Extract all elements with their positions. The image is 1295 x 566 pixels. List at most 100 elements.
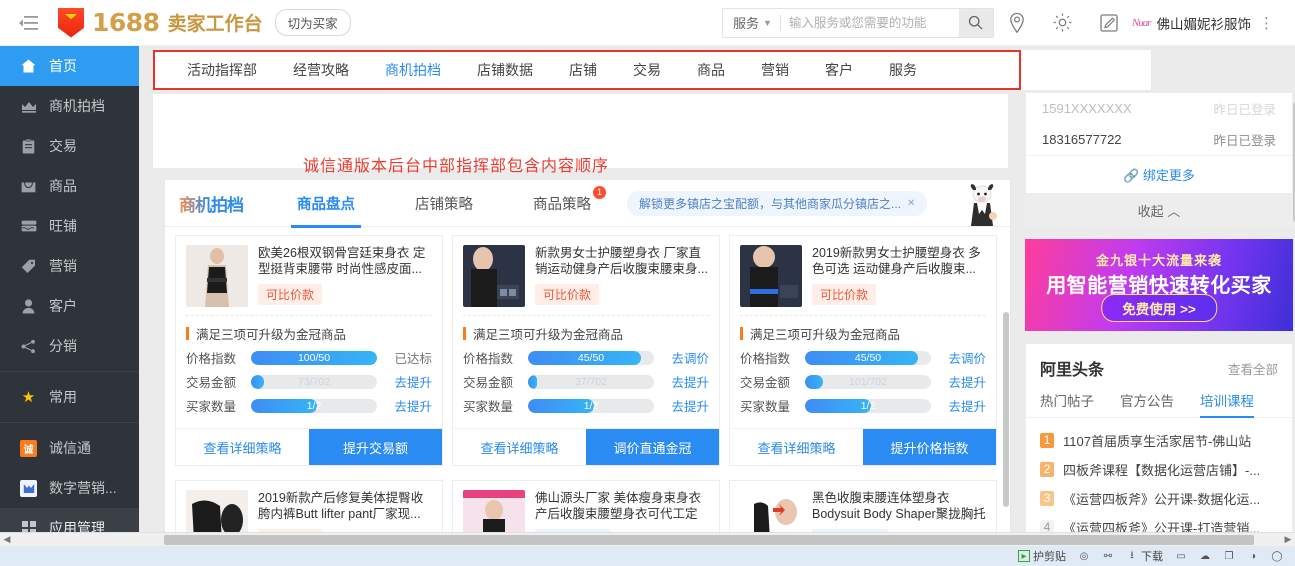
sidebar-item-product[interactable]: 商品 [0, 166, 139, 206]
product-title[interactable]: 佛山源头厂家 美体瘦身束身衣产后收腹束腰塑身衣可代工定制 [535, 490, 709, 522]
search-input[interactable] [780, 8, 959, 37]
metric-action[interactable]: 去提升 [938, 396, 986, 415]
brand-logo[interactable]: 1688 卖家工作台 [58, 7, 263, 38]
product-title[interactable]: 欧美26根双钢骨宫廷束身衣 定型挺背束腰带 时尚性感皮面... [258, 245, 432, 277]
search-icon[interactable] [958, 8, 993, 37]
product-title[interactable]: 黑色收腹束腰连体塑身衣Bodysuit Body Shaper聚拢胸托美... [812, 490, 986, 522]
right-column: 1591XXXXXXX 昨日已登录 18316577722 昨日已登录 🔗 绑定… [1025, 92, 1295, 546]
view-all-link[interactable]: 查看全部 [1228, 359, 1278, 378]
sidebar-item-shop[interactable]: 旺铺 [0, 206, 139, 246]
search-category-dropdown[interactable]: 服务 ▼ [723, 13, 780, 32]
switch-to-buyer-button[interactable]: 切为买家 [274, 9, 351, 36]
progress-bar: 1/2 [805, 398, 931, 413]
sidebar-item-trade[interactable]: 交易 [0, 126, 139, 166]
nav-item-jingying-gonglue[interactable]: 经营攻略 [275, 60, 367, 80]
sidebar-item-marketing[interactable]: 营销 [0, 246, 139, 286]
taskbar-item-circle[interactable]: ◯ [1271, 550, 1283, 562]
taskbar-item-clip[interactable]: ▸ 护剪贴 [1018, 548, 1066, 564]
taskbar-item-volume[interactable]: ◑ [1247, 550, 1259, 562]
sidebar-item-chengxintong[interactable]: 诚 诚信通 [0, 428, 139, 468]
list-item[interactable]: 1 1107首届质享生活家居节-佛山站 [1040, 426, 1278, 455]
taskbar-item-globe[interactable]: ◎ [1078, 550, 1090, 562]
sidebar-label: 旺铺 [49, 218, 77, 234]
taskbar-item-cloud[interactable]: ☁ [1199, 550, 1211, 562]
nav-item-shangpin[interactable]: 商品 [679, 60, 743, 80]
location-pin-icon[interactable] [994, 0, 1040, 46]
sidebar-item-shangji-paidang[interactable]: 商机拍档 [0, 86, 139, 126]
taskbar-item-link[interactable]: ⚯ [1102, 550, 1114, 562]
close-icon[interactable]: ✕ [907, 198, 915, 209]
panel-tab-bar: 商机拍档 商品盘点 店铺策略 商品策略 1 解锁更多镇店之宝配额，与其他商家瓜分… [165, 180, 1010, 228]
news-tab-official[interactable]: 官方公告 [1120, 390, 1174, 417]
shop-name-label[interactable]: 佛山媚妮衫服饰 [1157, 13, 1252, 33]
scroll-right-arrow[interactable]: ▶ [1281, 534, 1295, 545]
progress-bar: 101/702 [805, 374, 931, 389]
product-title[interactable]: 2019新款男女士护腰塑身衣 多色可选 运动健身产后收腹束... [812, 245, 986, 277]
taskbar-item-window[interactable]: ▭ [1175, 550, 1187, 562]
sidebar-item-home[interactable]: 首页 [0, 46, 139, 86]
metric-action[interactable]: 去提升 [661, 396, 709, 415]
card-actions: 查看详细策略 调价直通金冠 [453, 428, 719, 465]
product-title[interactable]: 2019新款产后修复美体提臀收胯内裤Butt lifter pant厂家现... [258, 490, 432, 522]
primary-action-button[interactable]: 提升价格指数 [863, 429, 996, 465]
product-tag: 可比价款 [258, 284, 323, 305]
product-card[interactable]: 欧美26根双钢骨宫廷束身衣 定型挺背束腰带 时尚性感皮面... 可比价款 满足三… [175, 235, 443, 466]
view-strategy-button[interactable]: 查看详细策略 [453, 429, 586, 465]
tab-shangpin-pandian[interactable]: 商品盘点 [291, 193, 361, 228]
progress-bar: 1/2 [251, 398, 377, 413]
nav-item-kehu[interactable]: 客户 [807, 60, 871, 80]
promo-banner[interactable]: 金九银十大流量来袭 用智能营销快速转化买家 免费使用 >> [1025, 239, 1293, 331]
cards-scroll-area[interactable]: 欧美26根双钢骨宫廷束身衣 定型挺背束腰带 时尚性感皮面... 可比价款 满足三… [165, 227, 1010, 546]
scroll-left-arrow[interactable]: ◀ [0, 534, 14, 545]
nav-item-jiaoyi[interactable]: 交易 [615, 60, 679, 80]
primary-action-button[interactable]: 提升交易额 [309, 429, 442, 465]
card-info: 新款男女士护腰塑身衣 厂家直销运动健身产后收腹束腰束身... 可比价款 [535, 245, 709, 307]
nav-item-huodong-zhihuibu[interactable]: 活动指挥部 [169, 60, 275, 80]
taskbar-item-download[interactable]: ⭳ 下载 [1126, 548, 1163, 564]
view-strategy-button[interactable]: 查看详细策略 [730, 429, 863, 465]
nav-item-yingxiao[interactable]: 营销 [743, 60, 807, 80]
metric-label: 交易金额 [740, 376, 791, 390]
horizontal-scrollbar[interactable]: ◀ ▶ [0, 532, 1295, 546]
nav-item-dianpu-shuju[interactable]: 店铺数据 [459, 60, 551, 80]
metric-action[interactable]: 去调价 [938, 348, 986, 367]
sidebar-item-frequent[interactable]: ★ 常用 [0, 377, 139, 417]
list-item[interactable]: 3 《运营四板斧》公开课-数据化运... [1040, 484, 1278, 513]
metric-action[interactable]: 去提升 [661, 372, 709, 391]
product-card[interactable]: 新款男女士护腰塑身衣 厂家直销运动健身产后收腹束腰束身... 可比价款 满足三项… [452, 235, 720, 466]
collapse-toggle[interactable]: 收起 ︿ [1025, 194, 1293, 227]
panel-vertical-scrollbar[interactable] [1003, 312, 1009, 507]
list-item[interactable]: 2 四板斧课程【数据化运营店铺】-... [1040, 455, 1278, 484]
mascot-cow-icon [962, 182, 1002, 228]
tab-dianpu-celue[interactable]: 店铺策略 [409, 193, 479, 214]
sidebar-item-digital-marketing[interactable]: 数字营销... [0, 468, 139, 508]
phone-row: 18316577722 昨日已登录 [1026, 124, 1292, 155]
metric-action[interactable]: 去提升 [384, 396, 432, 415]
progress-value: 1/2 [860, 399, 876, 412]
bind-more-button[interactable]: 🔗 绑定更多 [1026, 155, 1292, 193]
more-options-icon[interactable]: ⋮ [1251, 14, 1285, 32]
view-strategy-button[interactable]: 查看详细策略 [176, 429, 309, 465]
edit-pencil-icon[interactable] [1086, 0, 1132, 46]
news-tab-hot-posts[interactable]: 热门帖子 [1040, 390, 1094, 417]
news-tab-training[interactable]: 培训课程 [1200, 390, 1254, 418]
product-card[interactable]: 2019新款男女士护腰塑身衣 多色可选 运动健身产后收腹束... 可比价款 满足… [729, 235, 997, 466]
metric-action[interactable]: 去提升 [938, 372, 986, 391]
product-image [186, 245, 248, 307]
menu-collapse-icon[interactable] [0, 0, 56, 46]
scrollbar-thumb[interactable] [164, 534, 1254, 545]
promo-cta-button[interactable]: 免费使用 >> [1101, 294, 1217, 322]
product-title[interactable]: 新款男女士护腰塑身衣 厂家直销运动健身产后收腹束腰束身... [535, 245, 709, 277]
tab-shangpin-celue[interactable]: 商品策略 1 [527, 185, 606, 214]
sidebar-item-customer[interactable]: 客户 [0, 286, 139, 326]
nav-item-fuwu[interactable]: 服务 [871, 60, 935, 80]
taskbar-item-copy[interactable]: ❐ [1223, 550, 1235, 562]
nav-item-shangji-paidang[interactable]: 商机拍档 [367, 60, 459, 80]
nav-item-dianpu[interactable]: 店铺 [551, 60, 615, 80]
primary-action-button[interactable]: 调价直通金冠 [586, 429, 719, 465]
sidebar-item-distribution[interactable]: 分销 [0, 326, 139, 366]
metric-action[interactable]: 去调价 [661, 348, 709, 367]
metric-action[interactable]: 去提升 [384, 372, 432, 391]
gear-icon[interactable] [1040, 0, 1086, 46]
notice-banner[interactable]: 解锁更多镇店之宝配额，与其他商家瓜分镇店之... ✕ [627, 190, 927, 216]
